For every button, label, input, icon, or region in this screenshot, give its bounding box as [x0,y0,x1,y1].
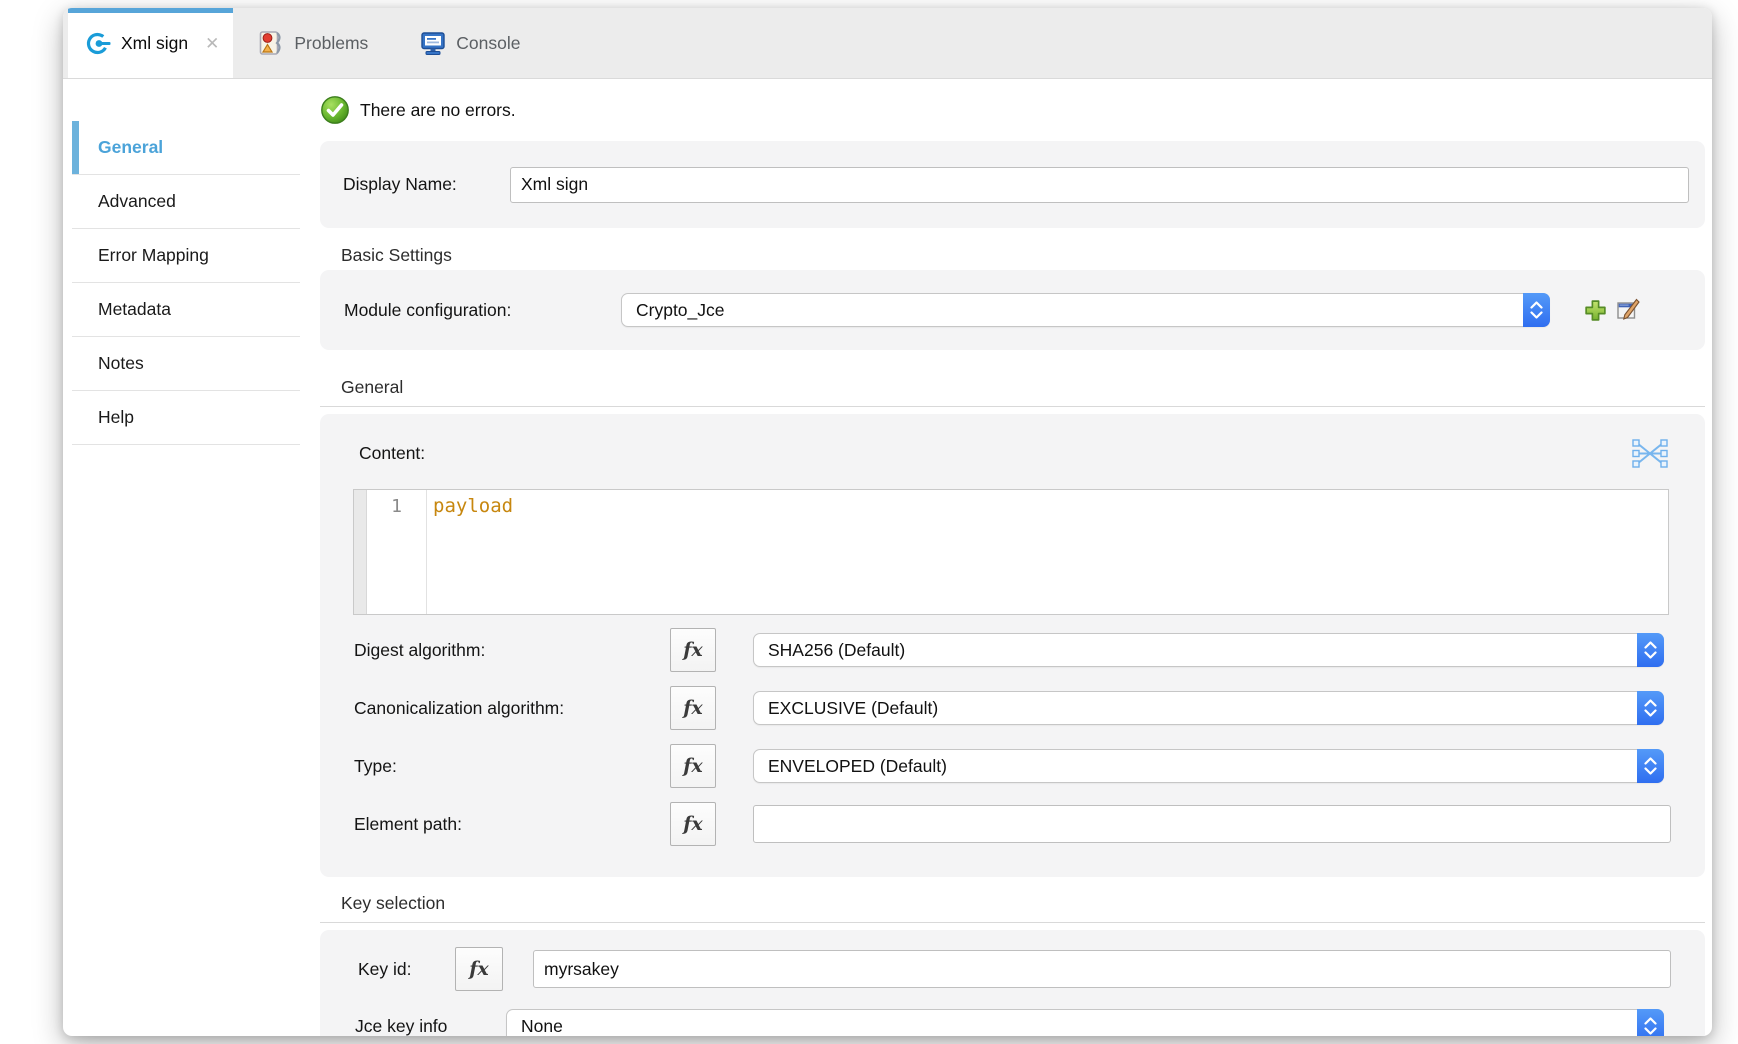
general-panel: Content: [320,414,1705,877]
fx-expression-button[interactable]: fx [670,628,716,672]
element-path-row: Element path: fx [320,801,1705,847]
green-plus-icon [1583,298,1608,323]
key-id-input[interactable] [533,950,1671,988]
editor-code-line: payload [427,490,1668,614]
edit-config-button[interactable] [1616,298,1640,322]
sidebar-item-label: Error Mapping [98,245,209,266]
tab-bar: Xml sign ✕ Problems [63,8,1712,79]
problems-icon [259,30,284,56]
validation-status: There are no errors. [320,95,1705,125]
properties-sidebar: General Advanced Error Mapping Metadata … [63,79,320,1036]
fx-expression-button[interactable]: fx [670,744,716,788]
content-label: Content: [359,443,1632,464]
up-down-chevrons-icon[interactable] [1637,1009,1664,1036]
sidebar-item-label: Metadata [98,299,171,320]
editor-margin [354,490,367,614]
sidebar-item-label: Notes [98,353,144,374]
sidebar-item-help[interactable]: Help [72,391,300,445]
tab-xml-sign[interactable]: Xml sign ✕ [68,8,233,78]
fx-expression-button[interactable]: fx [670,686,716,730]
jce-key-info-row: Jce key info None [320,1006,1705,1036]
module-configuration-select[interactable]: Crypto_Jce [621,293,1550,327]
sidebar-item-label: Advanced [98,191,176,212]
editor-line-number: 1 [367,490,427,614]
flow-component-icon [85,30,112,57]
digest-algorithm-select[interactable]: SHA256 (Default) [753,633,1664,667]
jce-key-info-label: Jce key info [355,1016,506,1037]
tab-label: Problems [294,33,368,54]
select-value: Crypto_Jce [622,300,1523,321]
canonicalization-algorithm-label: Canonicalization algorithm: [354,698,670,719]
tab-label: Xml sign [121,33,188,54]
edit-icon [1616,298,1640,322]
green-check-circle-icon [320,95,350,125]
sidebar-item-label: General [98,137,163,158]
canonicalization-algorithm-select[interactable]: EXCLUSIVE (Default) [753,691,1664,725]
content-expression-editor[interactable]: 1 payload [353,489,1669,615]
status-message: There are no errors. [360,100,516,121]
canonicalization-algorithm-row: Canonicalization algorithm: fx EXCLUSIVE… [320,685,1705,731]
properties-window: Xml sign ✕ Problems [63,8,1712,1036]
section-title-general: General [320,377,1705,407]
sidebar-item-advanced[interactable]: Advanced [72,175,300,229]
select-value: SHA256 (Default) [754,640,1637,661]
display-name-label: Display Name: [343,174,510,195]
up-down-chevrons-icon[interactable] [1637,749,1664,783]
display-name-input[interactable] [510,167,1689,203]
dataweave-mapping-icon[interactable] [1632,438,1668,469]
up-down-chevrons-icon[interactable] [1637,633,1664,667]
element-path-input[interactable] [753,805,1671,843]
element-path-label: Element path: [354,814,670,835]
select-value: None [507,1016,1637,1037]
jce-key-info-select[interactable]: None [506,1009,1664,1036]
section-title-basic-settings: Basic Settings [320,245,1705,266]
console-icon [420,31,446,56]
sidebar-item-metadata[interactable]: Metadata [72,283,300,337]
type-row: Type: fx ENVELOPED (Default) [320,743,1705,789]
digest-algorithm-label: Digest algorithm: [354,640,670,661]
type-label: Type: [354,756,670,777]
fx-expression-button[interactable]: fx [670,802,716,846]
tab-console[interactable]: Console [394,8,546,78]
select-value: ENVELOPED (Default) [754,756,1637,777]
type-select[interactable]: ENVELOPED (Default) [753,749,1664,783]
fx-expression-button[interactable]: fx [455,947,503,991]
tab-problems[interactable]: Problems [233,8,394,78]
sidebar-item-general[interactable]: General [72,121,300,175]
up-down-chevrons-icon[interactable] [1523,293,1550,327]
up-down-chevrons-icon[interactable] [1637,691,1664,725]
basic-settings-panel: Module configuration: Crypto_Jce [320,270,1705,350]
sidebar-item-label: Help [98,407,134,428]
select-value: EXCLUSIVE (Default) [754,698,1637,719]
close-icon[interactable]: ✕ [205,35,219,52]
key-id-label: Key id: [358,959,455,980]
module-configuration-label: Module configuration: [344,300,621,321]
sidebar-item-notes[interactable]: Notes [72,337,300,391]
add-config-button[interactable] [1583,298,1608,323]
display-name-panel: Display Name: [320,141,1705,228]
digest-algorithm-row: Digest algorithm: fx SHA256 (Default) [320,627,1705,673]
sidebar-item-error-mapping[interactable]: Error Mapping [72,229,300,283]
key-selection-panel: Key id: fx Jce key info None [320,930,1705,1036]
tab-label: Console [456,33,520,54]
section-title-key-selection: Key selection [320,893,1705,923]
key-id-row: Key id: fx [320,946,1705,992]
